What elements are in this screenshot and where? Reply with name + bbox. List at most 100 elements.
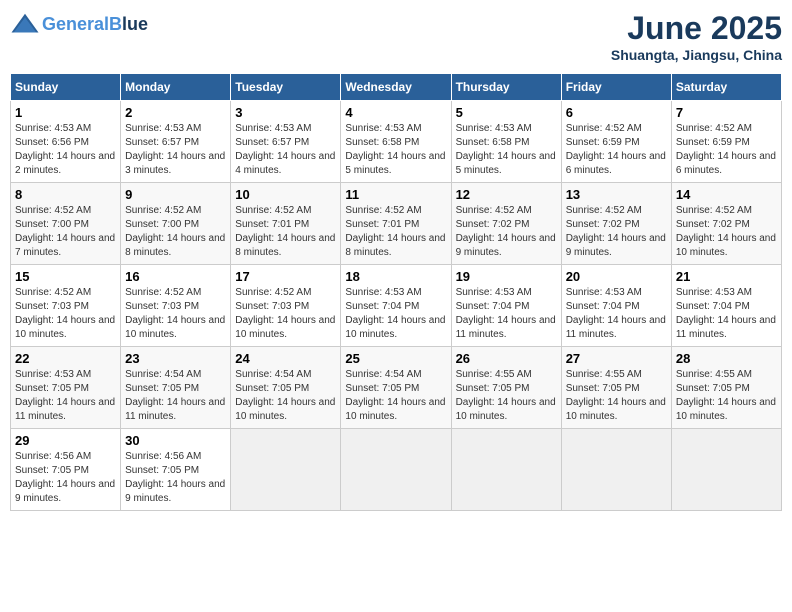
daylight-label: Daylight: 14 hours and 9 minutes. [456, 233, 556, 258]
day-info: Sunrise: 4:52 AM Sunset: 7:01 PM Dayligh… [345, 204, 446, 260]
sunset-label: Sunset: 7:05 PM [125, 383, 199, 394]
day-cell-21: 21 Sunrise: 4:53 AM Sunset: 7:04 PM Dayl… [671, 265, 781, 347]
empty-cell [231, 429, 341, 511]
day-cell-9: 9 Sunrise: 4:52 AM Sunset: 7:00 PM Dayli… [121, 183, 231, 265]
day-info: Sunrise: 4:53 AM Sunset: 6:58 PM Dayligh… [345, 122, 446, 178]
day-number: 15 [15, 269, 116, 284]
sunrise-label: Sunrise: 4:53 AM [15, 123, 91, 134]
day-info: Sunrise: 4:52 AM Sunset: 7:02 PM Dayligh… [676, 204, 777, 260]
day-info: Sunrise: 4:53 AM Sunset: 6:57 PM Dayligh… [235, 122, 336, 178]
sunrise-label: Sunrise: 4:53 AM [15, 369, 91, 380]
sunset-label: Sunset: 7:04 PM [676, 301, 750, 312]
day-info: Sunrise: 4:52 AM Sunset: 7:02 PM Dayligh… [456, 204, 557, 260]
daylight-label: Daylight: 14 hours and 5 minutes. [345, 151, 445, 176]
calendar-table: SundayMondayTuesdayWednesdayThursdayFrid… [10, 73, 782, 511]
daylight-label: Daylight: 14 hours and 10 minutes. [345, 315, 445, 340]
sunrise-label: Sunrise: 4:52 AM [235, 205, 311, 216]
sunrise-label: Sunrise: 4:52 AM [456, 205, 532, 216]
sunset-label: Sunset: 7:05 PM [15, 465, 89, 476]
sunrise-label: Sunrise: 4:52 AM [676, 205, 752, 216]
day-cell-15: 15 Sunrise: 4:52 AM Sunset: 7:03 PM Dayl… [11, 265, 121, 347]
day-number: 6 [566, 105, 667, 120]
day-number: 3 [235, 105, 336, 120]
day-number: 20 [566, 269, 667, 284]
day-cell-24: 24 Sunrise: 4:54 AM Sunset: 7:05 PM Dayl… [231, 347, 341, 429]
sunrise-label: Sunrise: 4:54 AM [125, 369, 201, 380]
day-info: Sunrise: 4:54 AM Sunset: 7:05 PM Dayligh… [235, 368, 336, 424]
day-cell-7: 7 Sunrise: 4:52 AM Sunset: 6:59 PM Dayli… [671, 101, 781, 183]
sunset-label: Sunset: 7:05 PM [566, 383, 640, 394]
sunset-label: Sunset: 7:02 PM [566, 219, 640, 230]
daylight-label: Daylight: 14 hours and 10 minutes. [125, 315, 225, 340]
page-header: GeneralBBluelue June 2025 Shuangta, Jian… [10, 10, 782, 63]
daylight-label: Daylight: 14 hours and 3 minutes. [125, 151, 225, 176]
sunset-label: Sunset: 6:59 PM [566, 137, 640, 148]
day-info: Sunrise: 4:52 AM Sunset: 6:59 PM Dayligh… [566, 122, 667, 178]
day-info: Sunrise: 4:53 AM Sunset: 7:04 PM Dayligh… [676, 286, 777, 342]
logo-general: General [42, 14, 109, 34]
daylight-label: Daylight: 14 hours and 8 minutes. [125, 233, 225, 258]
day-info: Sunrise: 4:52 AM Sunset: 7:00 PM Dayligh… [125, 204, 226, 260]
sunrise-label: Sunrise: 4:55 AM [676, 369, 752, 380]
day-number: 7 [676, 105, 777, 120]
day-info: Sunrise: 4:53 AM Sunset: 6:57 PM Dayligh… [125, 122, 226, 178]
day-number: 27 [566, 351, 667, 366]
daylight-label: Daylight: 14 hours and 4 minutes. [235, 151, 335, 176]
day-number: 19 [456, 269, 557, 284]
day-cell-1: 1 Sunrise: 4:53 AM Sunset: 6:56 PM Dayli… [11, 101, 121, 183]
daylight-label: Daylight: 14 hours and 11 minutes. [566, 315, 666, 340]
col-header-friday: Friday [561, 74, 671, 101]
sunset-label: Sunset: 7:04 PM [345, 301, 419, 312]
sunset-label: Sunset: 7:04 PM [456, 301, 530, 312]
daylight-label: Daylight: 14 hours and 8 minutes. [345, 233, 445, 258]
daylight-label: Daylight: 14 hours and 11 minutes. [15, 397, 115, 422]
sunset-label: Sunset: 7:04 PM [566, 301, 640, 312]
sunrise-label: Sunrise: 4:53 AM [345, 287, 421, 298]
day-cell-5: 5 Sunrise: 4:53 AM Sunset: 6:58 PM Dayli… [451, 101, 561, 183]
logo-text: GeneralBBluelue [42, 15, 148, 35]
col-header-monday: Monday [121, 74, 231, 101]
day-number: 18 [345, 269, 446, 284]
day-info: Sunrise: 4:52 AM Sunset: 7:03 PM Dayligh… [235, 286, 336, 342]
day-number: 16 [125, 269, 226, 284]
empty-cell [561, 429, 671, 511]
sunrise-label: Sunrise: 4:52 AM [676, 123, 752, 134]
sunrise-label: Sunrise: 4:53 AM [456, 123, 532, 134]
day-number: 1 [15, 105, 116, 120]
daylight-label: Daylight: 14 hours and 11 minutes. [456, 315, 556, 340]
sunset-label: Sunset: 6:59 PM [676, 137, 750, 148]
day-cell-23: 23 Sunrise: 4:54 AM Sunset: 7:05 PM Dayl… [121, 347, 231, 429]
sunrise-label: Sunrise: 4:56 AM [15, 451, 91, 462]
empty-cell [671, 429, 781, 511]
daylight-label: Daylight: 14 hours and 9 minutes. [125, 479, 225, 504]
day-info: Sunrise: 4:52 AM Sunset: 7:00 PM Dayligh… [15, 204, 116, 260]
sunset-label: Sunset: 6:58 PM [345, 137, 419, 148]
logo: GeneralBBluelue [10, 10, 148, 40]
daylight-label: Daylight: 14 hours and 10 minutes. [235, 397, 335, 422]
day-number: 5 [456, 105, 557, 120]
daylight-label: Daylight: 14 hours and 11 minutes. [125, 397, 225, 422]
day-info: Sunrise: 4:53 AM Sunset: 7:04 PM Dayligh… [566, 286, 667, 342]
day-number: 29 [15, 433, 116, 448]
day-number: 22 [15, 351, 116, 366]
daylight-label: Daylight: 14 hours and 10 minutes. [345, 397, 445, 422]
sunset-label: Sunset: 7:05 PM [676, 383, 750, 394]
day-number: 17 [235, 269, 336, 284]
day-cell-6: 6 Sunrise: 4:52 AM Sunset: 6:59 PM Dayli… [561, 101, 671, 183]
sunrise-label: Sunrise: 4:55 AM [566, 369, 642, 380]
day-cell-13: 13 Sunrise: 4:52 AM Sunset: 7:02 PM Dayl… [561, 183, 671, 265]
daylight-label: Daylight: 14 hours and 6 minutes. [566, 151, 666, 176]
day-cell-20: 20 Sunrise: 4:53 AM Sunset: 7:04 PM Dayl… [561, 265, 671, 347]
sunrise-label: Sunrise: 4:54 AM [235, 369, 311, 380]
day-cell-22: 22 Sunrise: 4:53 AM Sunset: 7:05 PM Dayl… [11, 347, 121, 429]
day-number: 28 [676, 351, 777, 366]
daylight-label: Daylight: 14 hours and 7 minutes. [15, 233, 115, 258]
day-cell-19: 19 Sunrise: 4:53 AM Sunset: 7:04 PM Dayl… [451, 265, 561, 347]
col-header-sunday: Sunday [11, 74, 121, 101]
day-number: 12 [456, 187, 557, 202]
day-number: 26 [456, 351, 557, 366]
day-number: 11 [345, 187, 446, 202]
col-header-tuesday: Tuesday [231, 74, 341, 101]
day-cell-4: 4 Sunrise: 4:53 AM Sunset: 6:58 PM Dayli… [341, 101, 451, 183]
sunset-label: Sunset: 7:00 PM [15, 219, 89, 230]
